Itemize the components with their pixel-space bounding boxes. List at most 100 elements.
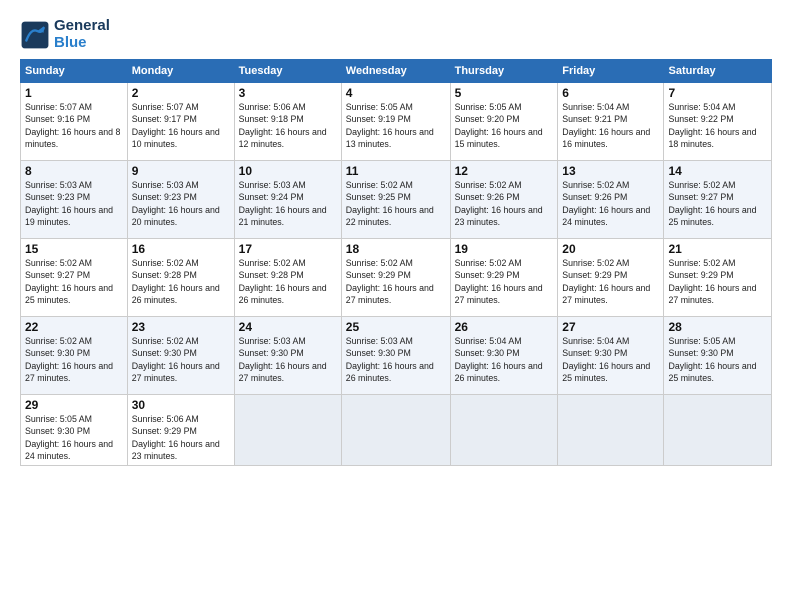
- day-number: 10: [239, 164, 337, 178]
- logo: General Blue: [20, 18, 110, 51]
- day-number: 11: [346, 164, 446, 178]
- day-info: Sunrise: 5:03 AMSunset: 9:30 PMDaylight:…: [346, 335, 446, 384]
- day-number: 13: [562, 164, 659, 178]
- day-number: 9: [132, 164, 230, 178]
- day-number: 22: [25, 320, 123, 334]
- day-info: Sunrise: 5:04 AMSunset: 9:21 PMDaylight:…: [562, 101, 659, 150]
- day-number: 27: [562, 320, 659, 334]
- calendar-week-row: 22 Sunrise: 5:02 AMSunset: 9:30 PMDaylig…: [21, 317, 772, 395]
- day-number: 19: [455, 242, 554, 256]
- day-info: Sunrise: 5:05 AMSunset: 9:19 PMDaylight:…: [346, 101, 446, 150]
- table-row: 10 Sunrise: 5:03 AMSunset: 9:24 PMDaylig…: [234, 161, 341, 239]
- day-info: Sunrise: 5:02 AMSunset: 9:27 PMDaylight:…: [25, 257, 123, 306]
- day-info: Sunrise: 5:02 AMSunset: 9:29 PMDaylight:…: [668, 257, 767, 306]
- day-number: 12: [455, 164, 554, 178]
- table-row: 11 Sunrise: 5:02 AMSunset: 9:25 PMDaylig…: [341, 161, 450, 239]
- table-row: 3 Sunrise: 5:06 AMSunset: 9:18 PMDayligh…: [234, 83, 341, 161]
- day-info: Sunrise: 5:02 AMSunset: 9:30 PMDaylight:…: [132, 335, 230, 384]
- day-number: 2: [132, 86, 230, 100]
- calendar-header-row: Sunday Monday Tuesday Wednesday Thursday…: [21, 60, 772, 83]
- col-wednesday: Wednesday: [341, 60, 450, 83]
- table-row: 6 Sunrise: 5:04 AMSunset: 9:21 PMDayligh…: [558, 83, 664, 161]
- table-row: 17 Sunrise: 5:02 AMSunset: 9:28 PMDaylig…: [234, 239, 341, 317]
- calendar-week-row: 15 Sunrise: 5:02 AMSunset: 9:27 PMDaylig…: [21, 239, 772, 317]
- col-friday: Friday: [558, 60, 664, 83]
- table-row: 23 Sunrise: 5:02 AMSunset: 9:30 PMDaylig…: [127, 317, 234, 395]
- table-row: 26 Sunrise: 5:04 AMSunset: 9:30 PMDaylig…: [450, 317, 558, 395]
- page: General Blue Sunday Monday Tuesday Wedne…: [0, 0, 792, 476]
- day-info: Sunrise: 5:05 AMSunset: 9:20 PMDaylight:…: [455, 101, 554, 150]
- day-number: 18: [346, 242, 446, 256]
- day-info: Sunrise: 5:02 AMSunset: 9:29 PMDaylight:…: [346, 257, 446, 306]
- day-number: 30: [132, 398, 230, 412]
- calendar-week-row: 1 Sunrise: 5:07 AMSunset: 9:16 PMDayligh…: [21, 83, 772, 161]
- day-info: Sunrise: 5:02 AMSunset: 9:28 PMDaylight:…: [239, 257, 337, 306]
- col-saturday: Saturday: [664, 60, 772, 83]
- table-row: 18 Sunrise: 5:02 AMSunset: 9:29 PMDaylig…: [341, 239, 450, 317]
- day-number: 7: [668, 86, 767, 100]
- table-row: 14 Sunrise: 5:02 AMSunset: 9:27 PMDaylig…: [664, 161, 772, 239]
- day-number: 16: [132, 242, 230, 256]
- day-info: Sunrise: 5:04 AMSunset: 9:30 PMDaylight:…: [562, 335, 659, 384]
- logo-icon: [20, 20, 50, 50]
- table-row: 5 Sunrise: 5:05 AMSunset: 9:20 PMDayligh…: [450, 83, 558, 161]
- calendar-week-row: 29 Sunrise: 5:05 AMSunset: 9:30 PMDaylig…: [21, 395, 772, 466]
- day-info: Sunrise: 5:04 AMSunset: 9:30 PMDaylight:…: [455, 335, 554, 384]
- day-number: 25: [346, 320, 446, 334]
- table-row: 8 Sunrise: 5:03 AMSunset: 9:23 PMDayligh…: [21, 161, 128, 239]
- day-info: Sunrise: 5:05 AMSunset: 9:30 PMDaylight:…: [668, 335, 767, 384]
- table-row: 4 Sunrise: 5:05 AMSunset: 9:19 PMDayligh…: [341, 83, 450, 161]
- col-thursday: Thursday: [450, 60, 558, 83]
- table-row: 20 Sunrise: 5:02 AMSunset: 9:29 PMDaylig…: [558, 239, 664, 317]
- table-row: 27 Sunrise: 5:04 AMSunset: 9:30 PMDaylig…: [558, 317, 664, 395]
- header: General Blue: [20, 18, 772, 51]
- col-sunday: Sunday: [21, 60, 128, 83]
- day-number: 15: [25, 242, 123, 256]
- day-info: Sunrise: 5:04 AMSunset: 9:22 PMDaylight:…: [668, 101, 767, 150]
- day-info: Sunrise: 5:06 AMSunset: 9:18 PMDaylight:…: [239, 101, 337, 150]
- day-info: Sunrise: 5:02 AMSunset: 9:26 PMDaylight:…: [562, 179, 659, 228]
- day-number: 8: [25, 164, 123, 178]
- day-info: Sunrise: 5:05 AMSunset: 9:30 PMDaylight:…: [25, 413, 123, 462]
- day-info: Sunrise: 5:02 AMSunset: 9:28 PMDaylight:…: [132, 257, 230, 306]
- day-number: 21: [668, 242, 767, 256]
- day-number: 14: [668, 164, 767, 178]
- day-info: Sunrise: 5:03 AMSunset: 9:24 PMDaylight:…: [239, 179, 337, 228]
- table-row: 30 Sunrise: 5:06 AMSunset: 9:29 PMDaylig…: [127, 395, 234, 466]
- day-info: Sunrise: 5:03 AMSunset: 9:23 PMDaylight:…: [25, 179, 123, 228]
- table-row: 24 Sunrise: 5:03 AMSunset: 9:30 PMDaylig…: [234, 317, 341, 395]
- day-info: Sunrise: 5:06 AMSunset: 9:29 PMDaylight:…: [132, 413, 230, 462]
- day-info: Sunrise: 5:03 AMSunset: 9:30 PMDaylight:…: [239, 335, 337, 384]
- table-row: 2 Sunrise: 5:07 AMSunset: 9:17 PMDayligh…: [127, 83, 234, 161]
- day-info: Sunrise: 5:07 AMSunset: 9:17 PMDaylight:…: [132, 101, 230, 150]
- day-number: 29: [25, 398, 123, 412]
- day-number: 1: [25, 86, 123, 100]
- day-info: Sunrise: 5:02 AMSunset: 9:25 PMDaylight:…: [346, 179, 446, 228]
- day-number: 26: [455, 320, 554, 334]
- table-row: [558, 395, 664, 466]
- table-row: [341, 395, 450, 466]
- day-number: 23: [132, 320, 230, 334]
- col-tuesday: Tuesday: [234, 60, 341, 83]
- table-row: 13 Sunrise: 5:02 AMSunset: 9:26 PMDaylig…: [558, 161, 664, 239]
- day-info: Sunrise: 5:02 AMSunset: 9:29 PMDaylight:…: [562, 257, 659, 306]
- day-info: Sunrise: 5:02 AMSunset: 9:26 PMDaylight:…: [455, 179, 554, 228]
- table-row: 15 Sunrise: 5:02 AMSunset: 9:27 PMDaylig…: [21, 239, 128, 317]
- day-info: Sunrise: 5:07 AMSunset: 9:16 PMDaylight:…: [25, 101, 123, 150]
- table-row: 16 Sunrise: 5:02 AMSunset: 9:28 PMDaylig…: [127, 239, 234, 317]
- table-row: [450, 395, 558, 466]
- table-row: 25 Sunrise: 5:03 AMSunset: 9:30 PMDaylig…: [341, 317, 450, 395]
- day-info: Sunrise: 5:03 AMSunset: 9:23 PMDaylight:…: [132, 179, 230, 228]
- col-monday: Monday: [127, 60, 234, 83]
- day-number: 6: [562, 86, 659, 100]
- day-number: 20: [562, 242, 659, 256]
- table-row: 22 Sunrise: 5:02 AMSunset: 9:30 PMDaylig…: [21, 317, 128, 395]
- day-number: 17: [239, 242, 337, 256]
- table-row: 28 Sunrise: 5:05 AMSunset: 9:30 PMDaylig…: [664, 317, 772, 395]
- calendar-week-row: 8 Sunrise: 5:03 AMSunset: 9:23 PMDayligh…: [21, 161, 772, 239]
- day-number: 24: [239, 320, 337, 334]
- table-row: 7 Sunrise: 5:04 AMSunset: 9:22 PMDayligh…: [664, 83, 772, 161]
- table-row: [664, 395, 772, 466]
- table-row: 21 Sunrise: 5:02 AMSunset: 9:29 PMDaylig…: [664, 239, 772, 317]
- table-row: 12 Sunrise: 5:02 AMSunset: 9:26 PMDaylig…: [450, 161, 558, 239]
